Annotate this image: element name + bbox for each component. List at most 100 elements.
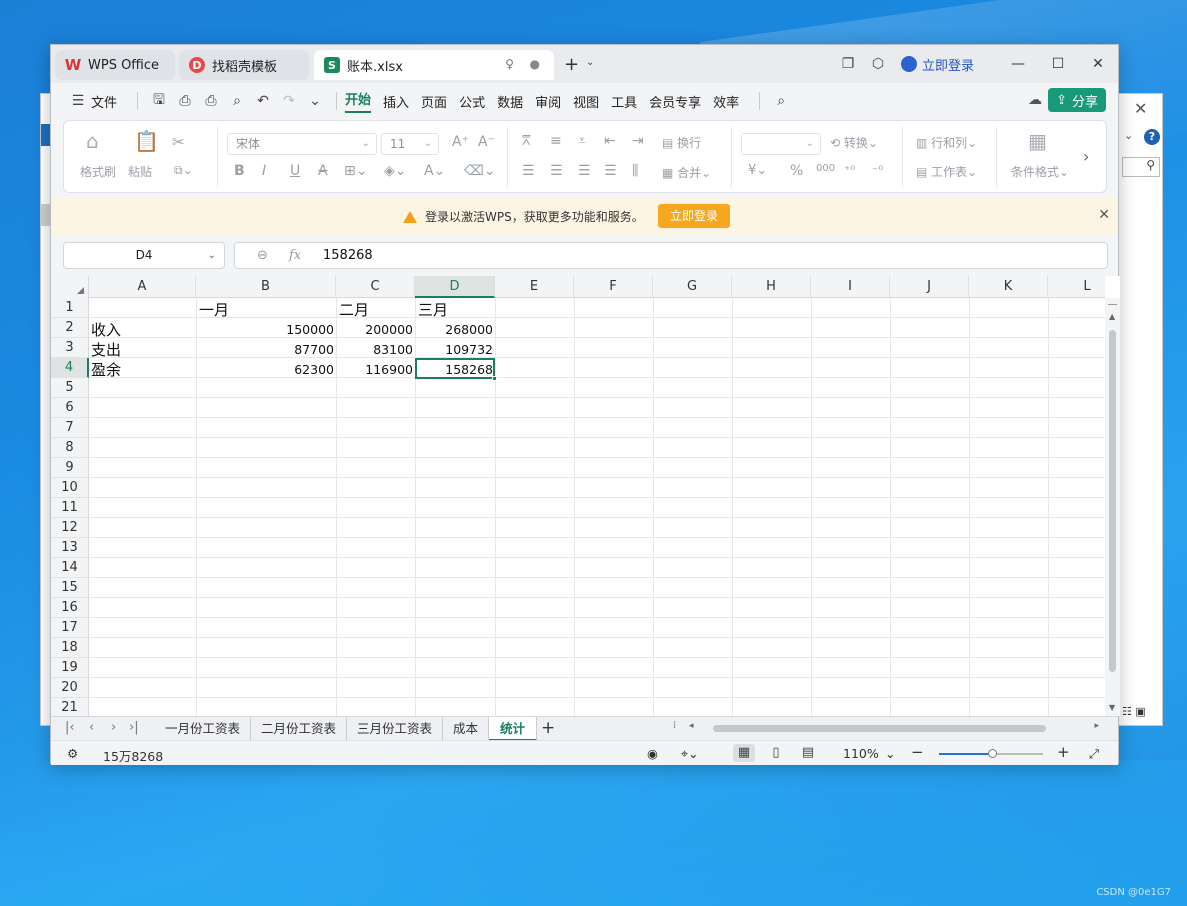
row-header-11[interactable]: 11: [51, 498, 89, 518]
align-left-icon[interactable]: ☰: [522, 163, 535, 179]
ribbon-scroll-right-icon[interactable]: ›: [1083, 147, 1089, 166]
cell-c1[interactable]: 二月: [337, 300, 415, 320]
format-painter-label[interactable]: 格式刷: [80, 163, 116, 180]
column-header-d[interactable]: D: [415, 276, 495, 298]
chevron-down-icon[interactable]: ⌄: [885, 746, 895, 761]
fill-color-icon[interactable]: ◈⌄: [384, 163, 407, 179]
row-header-18[interactable]: 18: [51, 638, 89, 658]
pin-icon[interactable]: ♀: [505, 57, 514, 71]
column-header-g[interactable]: G: [653, 276, 732, 298]
row-header-4[interactable]: 4: [51, 358, 89, 378]
cell-a2[interactable]: 收入: [89, 320, 196, 340]
font-family-select[interactable]: 宋体 ⌄: [227, 133, 377, 155]
menu-file[interactable]: 文件: [91, 92, 117, 111]
cell-b3[interactable]: 87700: [197, 340, 336, 360]
column-header-b[interactable]: B: [196, 276, 336, 298]
chevron-down-icon[interactable]: ⌄: [1124, 129, 1133, 142]
macro-icon[interactable]: ⚙: [67, 746, 78, 761]
normal-view-button[interactable]: ▦: [733, 744, 755, 762]
chevron-down-icon[interactable]: ⌄: [208, 243, 216, 268]
percent-icon[interactable]: %: [790, 163, 803, 179]
cube-icon[interactable]: ⬡: [863, 56, 893, 72]
menu-efficiency[interactable]: 效率: [713, 92, 739, 111]
worksheet-button[interactable]: ▤ 工作表⌄: [916, 163, 977, 180]
cell-c3[interactable]: 83100: [337, 340, 415, 360]
wrap-text-button[interactable]: ▤ 换行: [662, 134, 701, 151]
column-header-h[interactable]: H: [732, 276, 811, 298]
maximize-button[interactable]: ☐: [1038, 56, 1078, 72]
cell-a3[interactable]: 支出: [89, 340, 196, 360]
convert-button[interactable]: ⟲ 转换⌄: [830, 134, 878, 151]
formula-bar[interactable]: ⊖ fx 158268: [234, 242, 1108, 269]
zoom-level[interactable]: 110%: [843, 746, 879, 761]
column-header-a[interactable]: A: [89, 276, 196, 298]
tab-docer-templates[interactable]: D 找稻壳模板: [179, 50, 309, 80]
scroll-thumb[interactable]: [713, 725, 1046, 732]
cell-b4[interactable]: 62300: [197, 360, 336, 380]
close-button[interactable]: ✕: [1078, 56, 1118, 72]
zoom-slider[interactable]: [939, 749, 1043, 758]
cloud-icon[interactable]: ☁: [1028, 92, 1042, 108]
page-break-button[interactable]: ▤: [797, 744, 819, 762]
window-layout-icon[interactable]: ❐: [833, 56, 863, 72]
column-header-k[interactable]: K: [969, 276, 1048, 298]
redo-icon[interactable]: ↷: [276, 93, 302, 109]
sheet-tab-jan-payroll[interactable]: 一月份工资表: [155, 717, 251, 741]
eye-protection-icon[interactable]: ◉: [647, 746, 658, 761]
row-header-6[interactable]: 6: [51, 398, 89, 418]
row-header-8[interactable]: 8: [51, 438, 89, 458]
zoom-in-button[interactable]: +: [1057, 743, 1070, 761]
decimal-increase-icon[interactable]: ⁺⁰: [844, 163, 855, 177]
sheet-tab-stats[interactable]: 统计: [489, 717, 537, 741]
conditional-format-icon[interactable]: ▦: [1028, 129, 1047, 153]
row-header-17[interactable]: 17: [51, 618, 89, 638]
last-sheet-icon[interactable]: ›|: [129, 720, 139, 735]
next-sheet-icon[interactable]: ›: [111, 720, 116, 735]
sheet-tab-feb-payroll[interactable]: 二月份工资表: [251, 717, 347, 741]
row-header-15[interactable]: 15: [51, 578, 89, 598]
row-header-20[interactable]: 20: [51, 678, 89, 698]
export-pdf-icon[interactable]: ⎙: [172, 93, 198, 109]
justify-icon[interactable]: ☰: [604, 163, 617, 179]
align-middle-icon[interactable]: ≡: [550, 133, 562, 149]
first-sheet-icon[interactable]: |‹: [65, 720, 75, 735]
prev-sheet-icon[interactable]: ‹: [89, 720, 94, 735]
column-header-i[interactable]: I: [811, 276, 890, 298]
name-box[interactable]: D4 ⌄: [63, 242, 225, 269]
scroll-right-icon[interactable]: ▸: [1094, 721, 1099, 731]
focus-mode-icon[interactable]: ⌖⌄: [681, 746, 699, 762]
menu-formula[interactable]: 公式: [459, 92, 485, 111]
chevron-down-icon[interactable]: ⌄: [302, 93, 328, 109]
column-header-f[interactable]: F: [574, 276, 653, 298]
align-center-icon[interactable]: ☰: [550, 163, 563, 179]
cell-d1[interactable]: 三月: [416, 300, 495, 320]
paste-icon[interactable]: 📋: [134, 129, 159, 153]
minimize-button[interactable]: —: [998, 56, 1038, 72]
scroll-left-icon[interactable]: ◂: [689, 721, 694, 731]
strikethrough-icon[interactable]: A: [318, 163, 328, 179]
indent-decrease-icon[interactable]: ⇤: [604, 133, 616, 149]
menu-tools[interactable]: 工具: [611, 92, 637, 111]
distribute-icon[interactable]: ⫼: [632, 163, 638, 179]
login-link[interactable]: 立即登录: [900, 55, 974, 74]
chevron-down-icon[interactable]: ⌄: [586, 57, 594, 68]
menu-home[interactable]: 开始: [345, 89, 372, 113]
row-header-2[interactable]: 2: [51, 318, 89, 338]
merge-button[interactable]: ▦ 合并⌄: [662, 164, 711, 181]
menu-view[interactable]: 视图: [573, 92, 599, 111]
tab-ledger-file[interactable]: S 账本.xlsx ♀ ●: [314, 50, 554, 80]
row-header-10[interactable]: 10: [51, 478, 89, 498]
cell-d2[interactable]: 268000: [416, 320, 495, 340]
currency-icon[interactable]: ¥⌄: [748, 163, 767, 178]
row-header-13[interactable]: 13: [51, 538, 89, 558]
row-header-21[interactable]: 21: [51, 698, 89, 716]
paste-label[interactable]: 粘贴: [128, 163, 152, 180]
sheet-tab-mar-payroll[interactable]: 三月份工资表: [347, 717, 443, 741]
cell-a4[interactable]: 盈余: [89, 360, 196, 380]
page-layout-button[interactable]: ▯: [765, 744, 787, 762]
menu-member[interactable]: 会员专享: [649, 92, 701, 111]
zoom-lookup-icon[interactable]: ⊖: [257, 243, 268, 268]
fullscreen-icon[interactable]: ⤢: [1089, 746, 1099, 762]
menu-insert[interactable]: 插入: [383, 92, 409, 111]
column-header-j[interactable]: J: [890, 276, 969, 298]
